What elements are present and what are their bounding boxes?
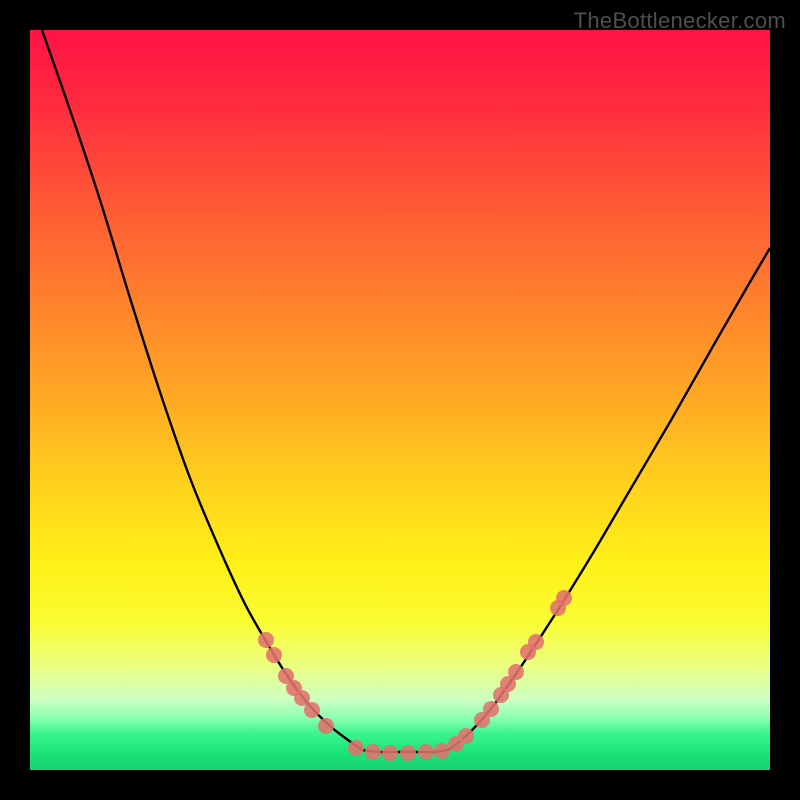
- highlight-dot: [508, 664, 524, 680]
- highlight-dot: [266, 647, 282, 663]
- highlight-dot: [528, 634, 544, 650]
- chart-svg: [30, 30, 770, 770]
- highlight-dot: [304, 702, 320, 718]
- highlight-dot: [434, 743, 450, 759]
- highlight-dot: [258, 632, 274, 648]
- highlight-dot: [556, 590, 572, 606]
- highlight-dot: [483, 701, 499, 717]
- highlight-dot: [348, 740, 364, 756]
- highlight-dot: [365, 744, 381, 760]
- highlight-dot: [382, 745, 398, 761]
- highlight-dots-group: [258, 590, 572, 761]
- highlight-dot: [318, 718, 334, 734]
- highlight-dot: [458, 728, 474, 744]
- right-curve-path: [448, 248, 770, 750]
- highlight-dot: [418, 744, 434, 760]
- watermark-text: TheBottlenecker.com: [574, 8, 786, 34]
- chart-frame: [30, 30, 770, 770]
- highlight-dot: [400, 745, 416, 761]
- left-curve-path: [42, 30, 362, 750]
